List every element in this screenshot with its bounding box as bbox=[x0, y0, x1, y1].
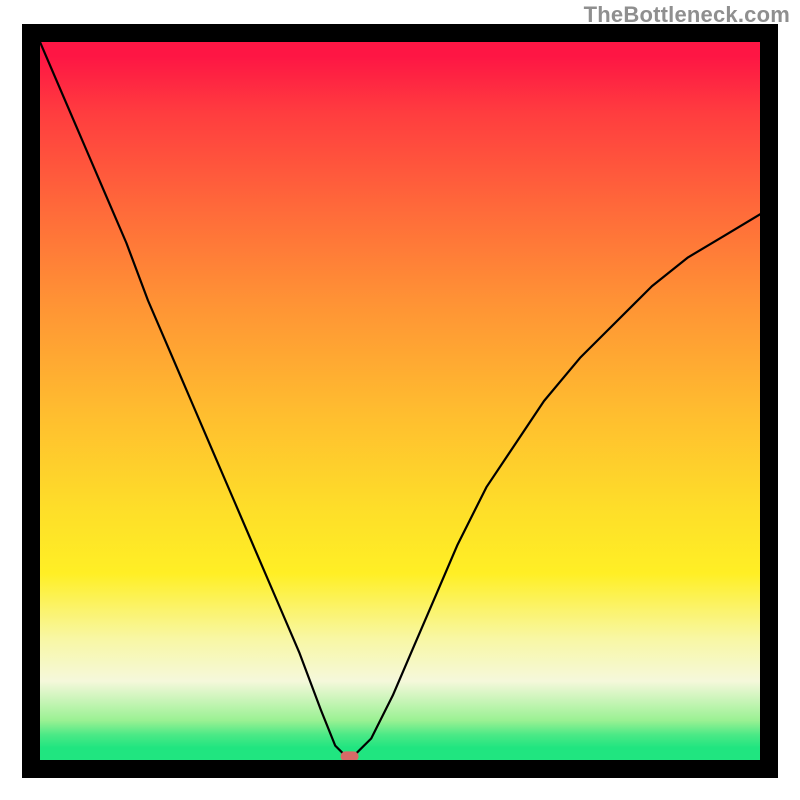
watermark-text: TheBottleneck.com bbox=[584, 2, 790, 28]
plot-area bbox=[40, 42, 760, 760]
optimum-marker bbox=[341, 751, 359, 760]
curve-svg bbox=[40, 42, 760, 760]
chart-wrapper: TheBottleneck.com bbox=[0, 0, 800, 800]
chart-border bbox=[22, 24, 778, 778]
bottleneck-curve bbox=[40, 42, 760, 756]
